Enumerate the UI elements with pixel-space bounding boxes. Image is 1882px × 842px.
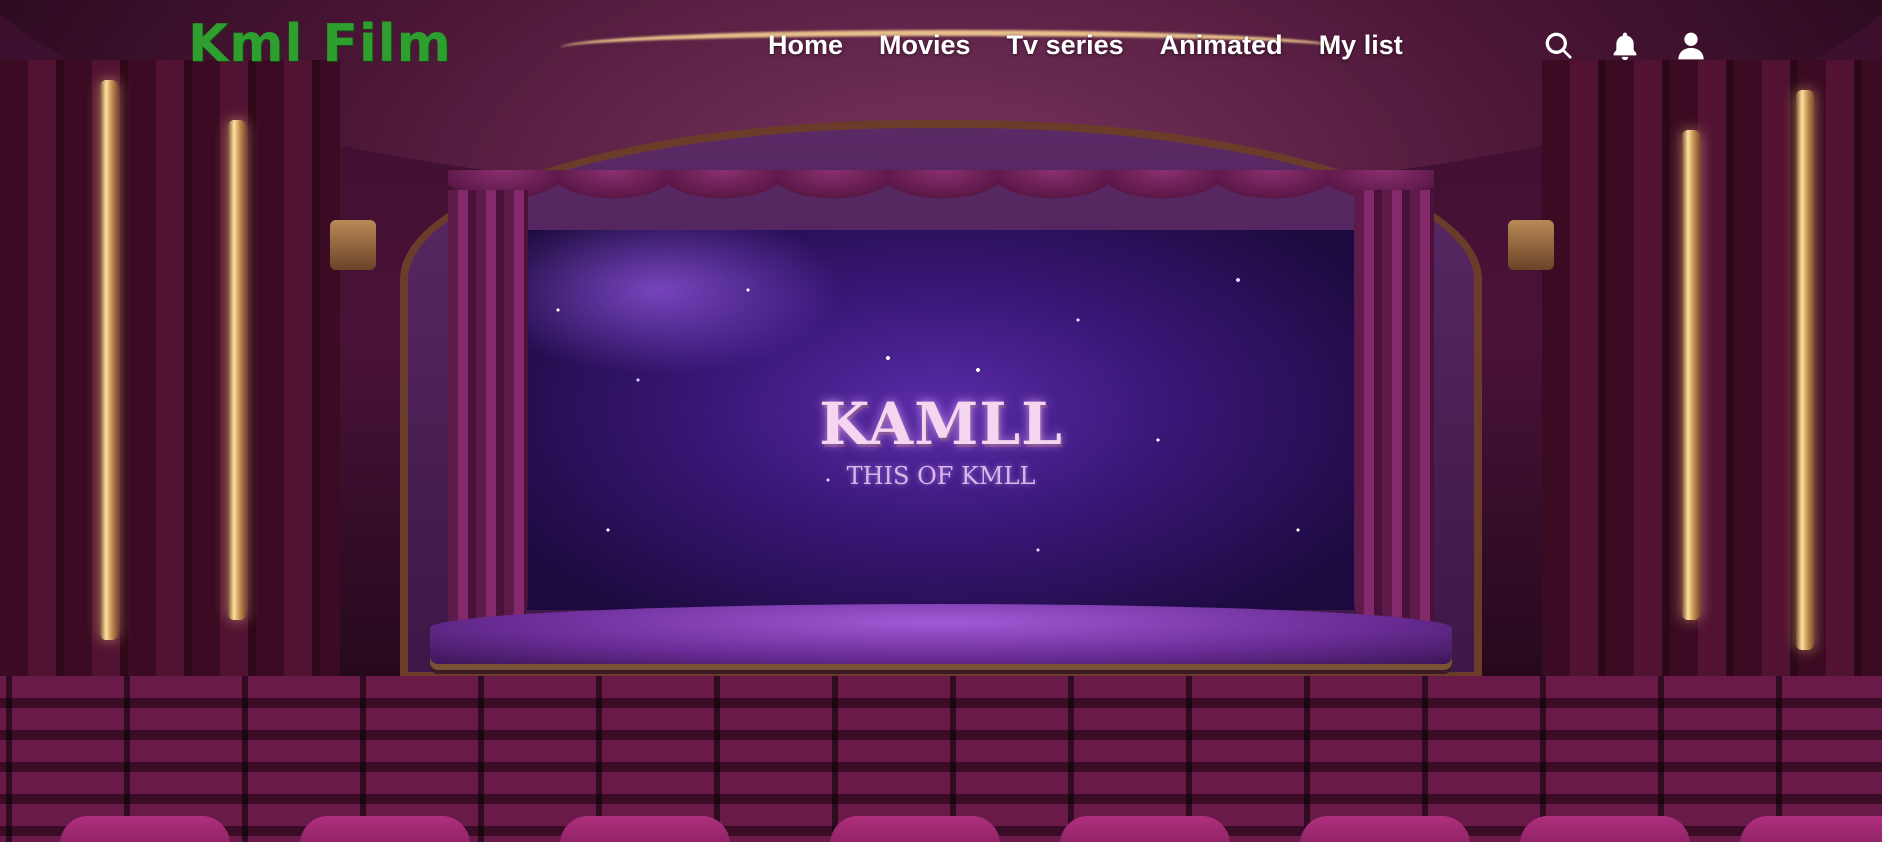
seat xyxy=(830,816,1000,842)
nav-item-my-list[interactable]: My list xyxy=(1319,30,1403,61)
site-header: Kml Film Home Movies Tv series Animated … xyxy=(0,0,1882,96)
audience-seats xyxy=(0,676,1882,842)
search-icon[interactable] xyxy=(1542,28,1576,64)
gold-pillar xyxy=(100,80,118,640)
seat xyxy=(1300,816,1470,842)
header-icons xyxy=(1542,28,1708,64)
pillar-capital xyxy=(330,220,376,270)
main-nav: Home Movies Tv series Animated My list xyxy=(768,30,1403,61)
seat xyxy=(300,816,470,842)
pillar-capital xyxy=(1508,220,1554,270)
nav-item-movies[interactable]: Movies xyxy=(879,30,971,61)
gold-pillar xyxy=(1682,130,1700,620)
seat xyxy=(1060,816,1230,842)
theater-wall-left xyxy=(0,60,340,700)
user-icon[interactable] xyxy=(1674,28,1708,64)
seat xyxy=(60,816,230,842)
gold-pillar xyxy=(228,120,246,620)
seat xyxy=(1740,816,1882,842)
nav-item-home[interactable]: Home xyxy=(768,30,843,61)
screen-title: KAMLL xyxy=(819,390,1063,458)
stage-floor xyxy=(430,604,1452,664)
curtain-left xyxy=(448,190,528,640)
nav-item-animated[interactable]: Animated xyxy=(1160,30,1283,61)
screen-subtitle: THIS OF KMLL xyxy=(846,462,1036,490)
gold-pillar xyxy=(1796,90,1814,650)
curtain-valance xyxy=(448,170,1434,240)
stage-screen: KAMLL THIS OF KMLL xyxy=(518,230,1364,610)
seat xyxy=(560,816,730,842)
site-logo[interactable]: Kml Film xyxy=(188,14,452,74)
curtain-right xyxy=(1354,190,1434,640)
bell-icon[interactable] xyxy=(1608,28,1642,64)
theater-wall-right xyxy=(1542,60,1882,700)
hero-banner: KAMLL THIS OF KMLL Kml Film Home Movies … xyxy=(0,0,1882,842)
seat xyxy=(1520,816,1690,842)
nav-item-tv-series[interactable]: Tv series xyxy=(1007,30,1124,61)
